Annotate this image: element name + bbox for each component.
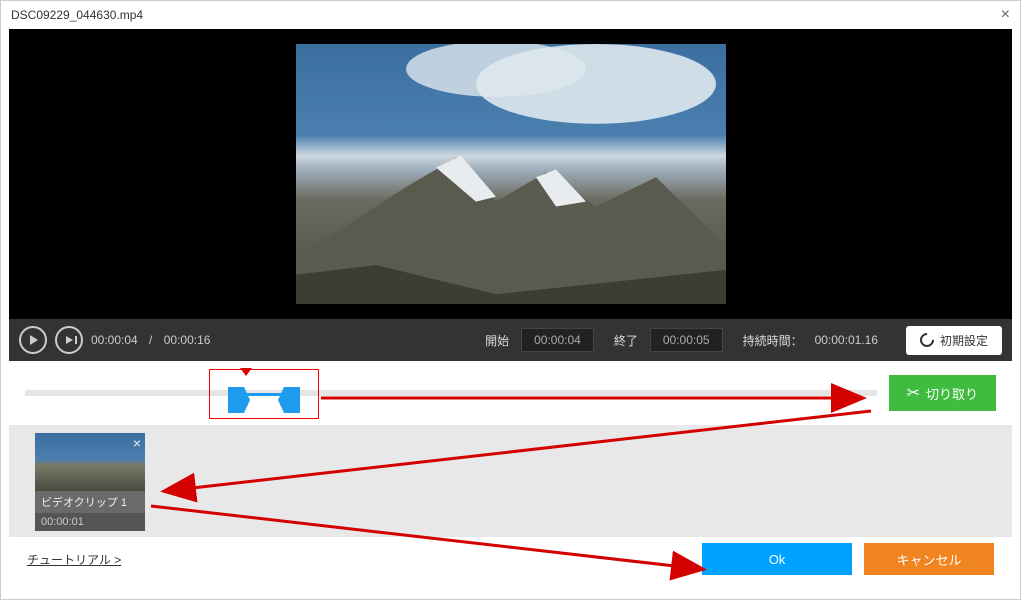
playback-controls: 00:00:04 / 00:00:16 開始 00:00:04 終了 00:00… — [9, 319, 1012, 361]
step-icon — [66, 336, 73, 344]
clip-duration: 00:00:01 — [35, 513, 145, 531]
scissors-icon: ✂ — [907, 383, 920, 403]
reset-label: 初期設定 — [940, 332, 988, 349]
reset-button[interactable]: 初期設定 — [906, 326, 1002, 355]
total-time: 00:00:16 — [164, 333, 211, 347]
cut-button[interactable]: ✂ 切り取り — [889, 375, 996, 411]
ok-button[interactable]: Ok — [702, 543, 852, 575]
trim-start-handle[interactable] — [228, 387, 244, 413]
play-button[interactable] — [19, 326, 47, 354]
trim-end-handle[interactable] — [284, 387, 300, 413]
close-icon[interactable]: × — [1001, 6, 1010, 24]
slider-track[interactable] — [25, 390, 877, 396]
cut-label: 切り取り — [926, 384, 978, 403]
time-separator: / — [146, 333, 156, 347]
reset-icon — [917, 330, 937, 350]
clip-close-icon[interactable]: × — [133, 435, 141, 451]
play-icon — [30, 335, 38, 345]
clip-item[interactable]: × ビデオクリップ 1 00:00:01 — [35, 433, 145, 531]
video-preview — [9, 29, 1012, 319]
window-title: DSC09229_044630.mp4 — [11, 8, 143, 22]
current-time: 00:00:04 — [91, 333, 138, 347]
video-frame — [296, 44, 726, 304]
trim-slider-row: ✂ 切り取り — [9, 361, 1012, 425]
step-button[interactable] — [55, 326, 83, 354]
clip-label: ビデオクリップ 1 — [35, 491, 145, 513]
clip-thumbnail: × — [35, 433, 145, 491]
playhead-caret[interactable] — [240, 368, 252, 376]
start-label: 開始 — [485, 332, 509, 349]
trim-range-highlight — [209, 369, 319, 419]
clouds — [296, 44, 726, 164]
duration-label: 持続時間： — [743, 332, 803, 349]
tutorial-link[interactable]: チュートリアル > — [27, 551, 121, 568]
cancel-button[interactable]: キャンセル — [864, 543, 994, 575]
titlebar: DSC09229_044630.mp4 × — [1, 1, 1020, 29]
end-time-input[interactable]: 00:00:05 — [650, 328, 723, 352]
start-time-input[interactable]: 00:00:04 — [521, 328, 594, 352]
duration-value: 00:00:01.16 — [815, 333, 878, 347]
footer: チュートリアル > Ok キャンセル — [9, 537, 1012, 581]
clips-panel: × ビデオクリップ 1 00:00:01 — [9, 425, 1012, 537]
mountain-illustration — [296, 148, 726, 304]
end-label: 終了 — [614, 332, 638, 349]
